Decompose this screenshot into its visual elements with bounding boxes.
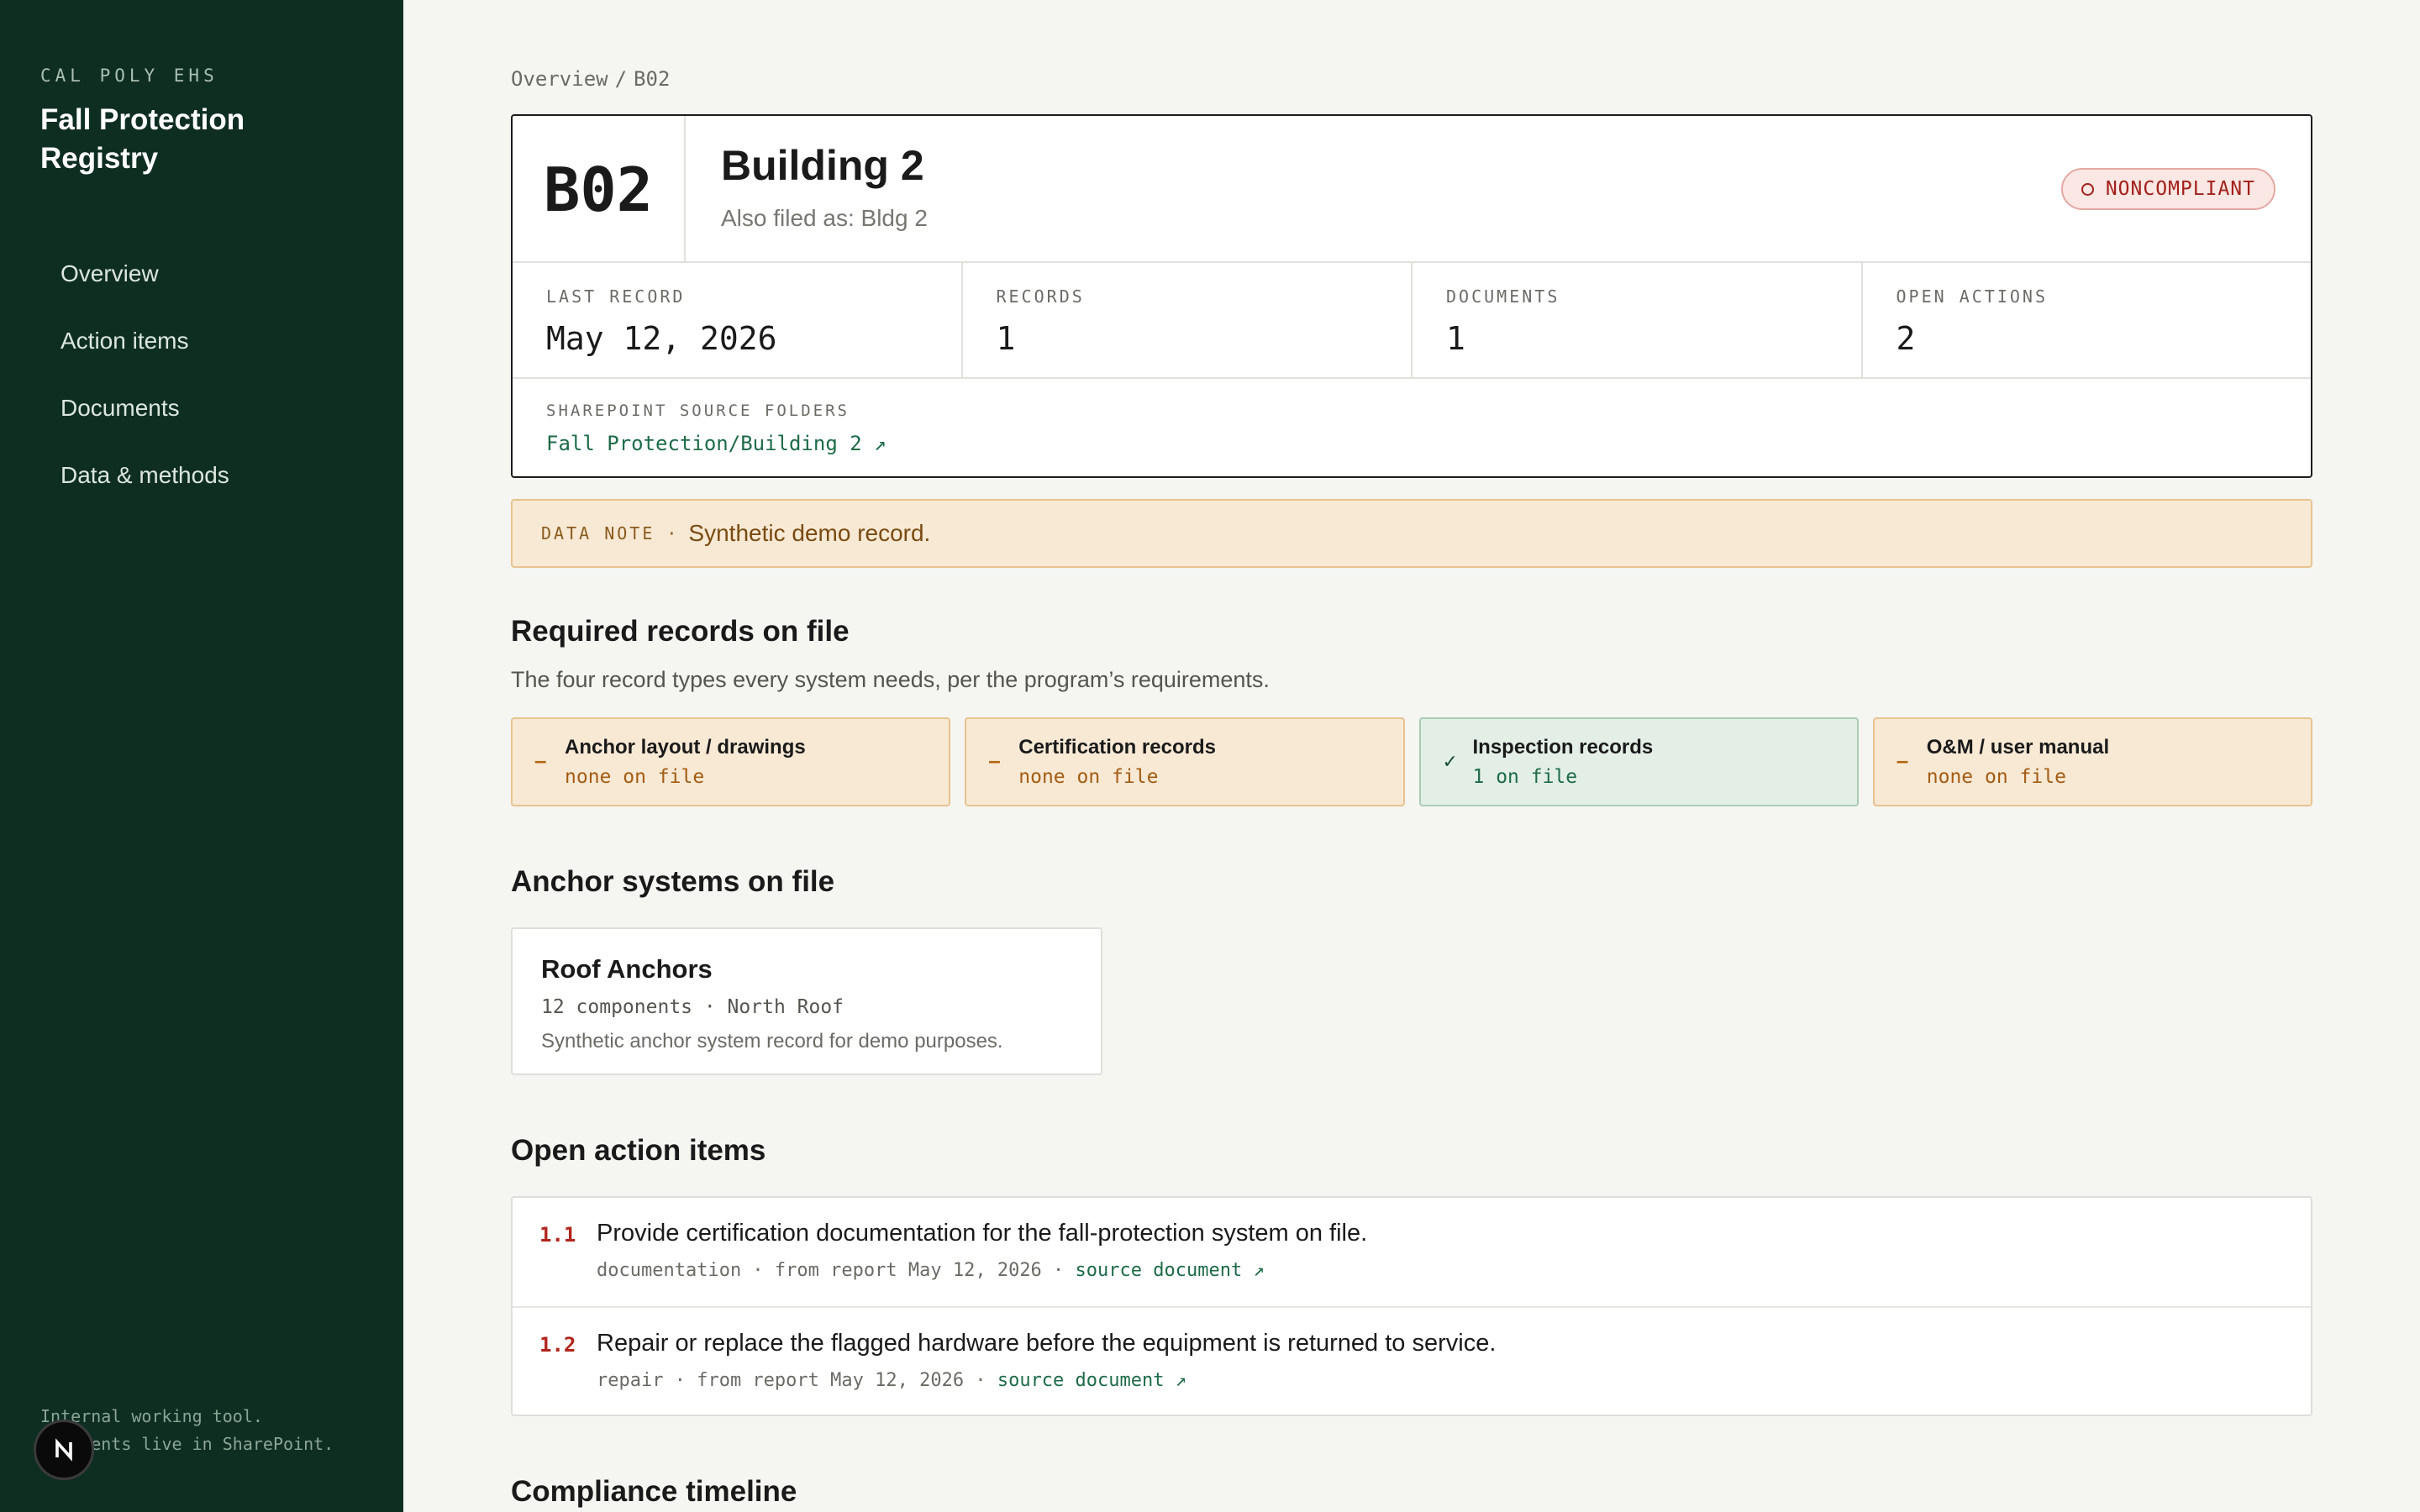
action-item-meta-text: repair · from report May 12, 2026 ·	[597, 1370, 997, 1391]
stats-row: LAST RECORD May 12, 2026 RECORDS 1 DOCUM…	[513, 263, 2311, 379]
missing-dash-icon: –	[534, 748, 547, 773]
required-record-certification: – Certification records none on file	[965, 717, 1405, 806]
sharepoint-sources: SHAREPOINT SOURCE FOLDERS Fall Protectio…	[546, 402, 886, 455]
required-record-count: 1 on file	[1472, 766, 1578, 788]
sidebar: CAL POLY EHS Fall Protection Registry Ov…	[0, 0, 403, 1512]
sources-label: SHAREPOINT SOURCE FOLDERS	[546, 402, 850, 420]
action-item: 1.1 Provide certification documentation …	[513, 1198, 2311, 1306]
sidebar-item-documents[interactable]: Documents	[40, 385, 360, 452]
required-records-subtitle: The four record types every system needs…	[511, 667, 1270, 692]
source-document-link[interactable]: source document ↗	[1076, 1260, 1265, 1281]
check-icon: ✓	[1442, 751, 1458, 772]
action-item-number: 1.1	[539, 1223, 576, 1247]
stat-value: 2	[1896, 320, 1916, 357]
sharepoint-folder-link[interactable]: Fall Protection/Building 2 ↗	[546, 432, 886, 455]
building-code: B02	[543, 154, 654, 225]
action-item-text: Repair or replace the flagged hardware b…	[597, 1330, 1497, 1357]
stat-value: 1	[1446, 320, 1465, 357]
card-header: B02 Building 2 Also filed as: Bldg 2 NON…	[513, 116, 2311, 263]
required-record-om-manual: – O&M / user manual none on file	[1872, 717, 2312, 806]
app-title: Fall Protection Registry	[40, 103, 245, 175]
open-actions-title: Open action items	[511, 1134, 766, 1167]
required-record-count: none on file	[565, 766, 705, 788]
sidebar-item-action-items[interactable]: Action items	[40, 318, 360, 385]
status-badge: NONCOMPLIANT	[2060, 168, 2275, 210]
data-note-label: DATA NOTE	[541, 523, 655, 543]
stat-value: May 12, 2026	[546, 320, 777, 357]
required-record-inspection: ✓ Inspection records 1 on file	[1418, 717, 1859, 806]
building-code-box: B02	[513, 116, 686, 263]
stat-open-actions: OPEN ACTIONS 2	[1863, 263, 2312, 377]
breadcrumb: Overview / B02	[511, 67, 670, 91]
brand-org: CAL POLY EHS	[40, 66, 218, 86]
sidebar-item-data-methods[interactable]: Data & methods	[40, 452, 360, 519]
action-items-list: 1.1 Provide certification documentation …	[511, 1196, 2312, 1416]
anchor-system-meta: 12 components · North Roof	[541, 996, 844, 1018]
missing-dash-icon: –	[1896, 748, 1909, 773]
n-logo-icon	[55, 1438, 72, 1462]
dev-tools-badge[interactable]	[34, 1420, 94, 1480]
required-record-count: none on file	[1926, 766, 2066, 788]
breadcrumb-current: B02	[634, 67, 671, 91]
stat-label: LAST RECORD	[546, 286, 686, 307]
required-record-title: Anchor layout / drawings	[565, 736, 806, 759]
required-record-anchor-layout: – Anchor layout / drawings none on file	[511, 717, 951, 806]
anchor-system-description: Synthetic anchor system record for demo …	[541, 1030, 1003, 1053]
status-label: NONCOMPLIANT	[2105, 178, 2255, 200]
building-alias: Also filed as: Bldg 2	[721, 205, 928, 231]
data-note-text: Synthetic demo record.	[688, 520, 931, 546]
sidebar-item-overview[interactable]: Overview	[40, 250, 360, 318]
source-document-link[interactable]: source document ↗	[997, 1370, 1186, 1391]
anchor-system-name: Roof Anchors	[541, 954, 713, 984]
breadcrumb-overview[interactable]: Overview	[511, 67, 608, 91]
stat-records: RECORDS 1	[963, 263, 1413, 377]
status-circle-icon	[2081, 182, 2094, 196]
missing-dash-icon: –	[988, 748, 1001, 773]
anchor-systems-title: Anchor systems on file	[511, 865, 835, 898]
anchor-system-card[interactable]: Roof Anchors 12 components · North Roof …	[511, 927, 1102, 1075]
required-record-count: none on file	[1018, 766, 1159, 788]
action-item-number: 1.2	[539, 1333, 576, 1357]
compliance-timeline-title: Compliance timeline	[511, 1475, 797, 1508]
action-item: 1.2 Repair or replace the flagged hardwa…	[513, 1306, 2311, 1415]
stat-label: DOCUMENTS	[1446, 286, 1560, 307]
stat-last-record: LAST RECORD May 12, 2026	[513, 263, 963, 377]
stat-documents: DOCUMENTS 1	[1413, 263, 1863, 377]
footer-line-1: Internal working tool.	[40, 1406, 263, 1426]
stat-value: 1	[996, 320, 1016, 357]
required-record-title: O&M / user manual	[1926, 736, 2110, 759]
stat-label: RECORDS	[996, 286, 1085, 307]
action-item-text: Provide certification documentation for …	[597, 1220, 1368, 1247]
data-note-separator: ·	[666, 523, 677, 543]
sidebar-nav: Overview Action items Documents Data & m…	[40, 250, 360, 519]
required-records-row: – Anchor layout / drawings none on file …	[511, 717, 2312, 806]
building-name: Building 2	[721, 142, 924, 189]
action-item-meta-text: documentation · from report May 12, 2026…	[597, 1260, 1076, 1281]
breadcrumb-separator: /	[614, 67, 628, 91]
stat-label: OPEN ACTIONS	[1896, 286, 2048, 307]
action-item-meta: repair · from report May 12, 2026 · sour…	[597, 1370, 1186, 1391]
required-records-title: Required records on file	[511, 615, 850, 648]
required-record-title: Inspection records	[1472, 736, 1654, 759]
required-record-title: Certification records	[1018, 736, 1216, 759]
data-note-banner: DATA NOTE · Synthetic demo record.	[511, 499, 2312, 568]
building-summary-card: B02 Building 2 Also filed as: Bldg 2 NON…	[511, 114, 2312, 478]
action-item-meta: documentation · from report May 12, 2026…	[597, 1260, 1265, 1281]
